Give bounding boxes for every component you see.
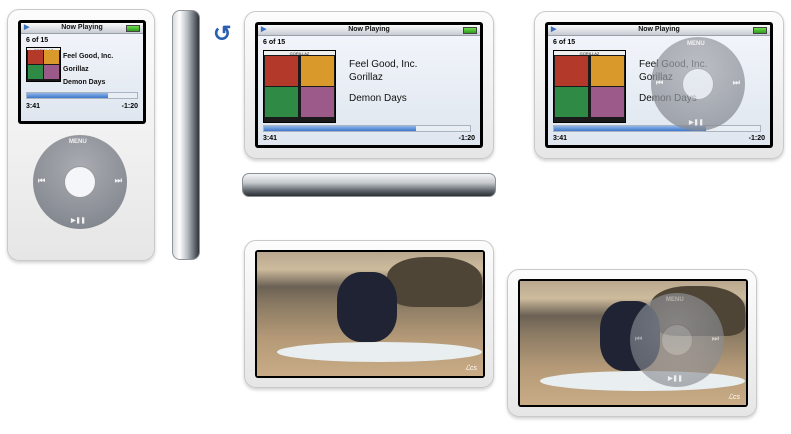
surfboard-shape [277,342,482,362]
previous-icon[interactable]: ⏮ [38,176,45,186]
video-watermark: ℒcs [727,394,740,401]
elapsed-time: 3:41 [263,135,278,142]
progress-fill [264,126,417,131]
elapsed-time: 3:41 [26,103,41,110]
battery-icon [463,27,477,34]
ipod-edge-view [242,173,496,197]
center-button[interactable] [64,166,96,198]
artist-name: Gorillaz [349,72,383,83]
ipod-landscape-overlay: ▶ Now Playing 6 of 15 GORILLAZ Feel Good… [534,11,784,159]
previous-icon[interactable]: ⏮ [656,78,663,88]
artist-name: Gorillaz [63,66,89,73]
ipod-video-overlay: MENU ⏮ ⏭ ▶❚❚ ℒcs [507,269,757,417]
click-wheel-overlay[interactable]: MENU ⏮ ⏭ ▶❚❚ [630,293,724,387]
next-icon[interactable]: ⏭ [712,334,719,344]
ipod-side-profile [172,10,200,260]
next-icon[interactable]: ⏭ [115,176,122,186]
album-art: GORILLAZ [26,47,61,82]
play-status-icon: ▶ [24,24,30,31]
ipod-landscape: ▶ Now Playing 6 of 15 GORILLAZ Feel Good… [244,11,494,159]
battery-icon [126,25,140,32]
play-status-icon: ▶ [551,26,557,33]
progress-fill [27,93,109,98]
menu-button[interactable]: MENU [666,297,684,303]
previous-icon[interactable]: ⏮ [635,334,642,344]
progress-bar[interactable] [553,125,761,132]
play-pause-icon[interactable]: ▶❚❚ [71,217,86,224]
remaining-time: -1:20 [121,103,138,110]
menu-button[interactable]: MENU [69,139,87,145]
album-name: Demon Days [349,93,407,104]
overlay-lcd: ▶ Now Playing 6 of 15 GORILLAZ Feel Good… [548,25,770,145]
menu-button[interactable]: MENU [687,41,705,47]
track-count: 6 of 15 [263,39,286,46]
song-title: Feel Good, Inc. [63,53,114,60]
track-meta: Feel Good, Inc. Gorillaz Demon Days [349,58,417,105]
video-frame: ℒcs [257,252,483,376]
battery-icon [753,27,767,34]
album-art: GORILLAZ [553,50,626,123]
ipod-portrait: ▶ Now Playing 6 of 15 GORILLAZ Feel Good… [7,9,155,261]
next-icon[interactable]: ⏭ [733,78,740,88]
center-button[interactable] [682,68,714,100]
album-name: Demon Days [63,79,106,86]
song-title: Feel Good, Inc. [349,59,418,70]
landscape-lcd: ▶ Now Playing 6 of 15 GORILLAZ Feel Good… [258,25,480,145]
status-bar: ▶ Now Playing [21,23,143,34]
status-title: Now Playing [348,26,390,33]
album-art-label: GORILLAZ [554,51,625,56]
album-art-label: GORILLAZ [264,51,335,56]
video-watermark: ℒcs [464,365,477,372]
click-wheel-overlay[interactable]: MENU ⏮ ⏭ ▶❚❚ [651,37,745,131]
portrait-lcd: ▶ Now Playing 6 of 15 GORILLAZ Feel Good… [21,23,143,121]
landscape-screen: ▶ Now Playing 6 of 15 GORILLAZ Feel Good… [255,22,483,148]
center-button[interactable] [661,324,693,356]
play-status-icon: ▶ [261,26,267,33]
play-pause-icon[interactable]: ▶❚❚ [668,375,683,382]
progress-bar[interactable] [263,125,471,132]
click-wheel[interactable]: MENU ⏮ ⏭ ▶❚❚ [33,135,127,229]
ipod-video-playback: ℒcs [244,240,494,388]
status-title: Now Playing [61,24,103,31]
track-count: 6 of 15 [553,39,576,46]
portrait-screen: ▶ Now Playing 6 of 15 GORILLAZ Feel Good… [18,20,146,124]
video-screen: ℒcs [255,250,485,378]
overlay-screen: ▶ Now Playing 6 of 15 GORILLAZ Feel Good… [545,22,773,148]
video-frame: MENU ⏮ ⏭ ▶❚❚ ℒcs [520,281,746,405]
play-pause-icon[interactable]: ▶❚❚ [689,119,704,126]
elapsed-time: 3:41 [553,135,568,142]
rotate-icon: ↺ [213,21,232,46]
remaining-time: -1:20 [748,135,765,142]
surfboard-shape [540,371,745,391]
progress-bar[interactable] [26,92,138,99]
video-overlay-screen: MENU ⏮ ⏭ ▶❚❚ ℒcs [518,279,748,407]
status-bar: ▶ Now Playing [548,25,770,36]
album-art: GORILLAZ [263,50,336,123]
remaining-time: -1:20 [458,135,475,142]
track-count: 6 of 15 [26,37,49,44]
person-shape [337,272,397,342]
status-title: Now Playing [638,26,680,33]
track-meta: Feel Good, Inc. Gorillaz Demon Days [63,50,113,89]
rock-shape [387,257,482,307]
status-bar: ▶ Now Playing [258,25,480,36]
